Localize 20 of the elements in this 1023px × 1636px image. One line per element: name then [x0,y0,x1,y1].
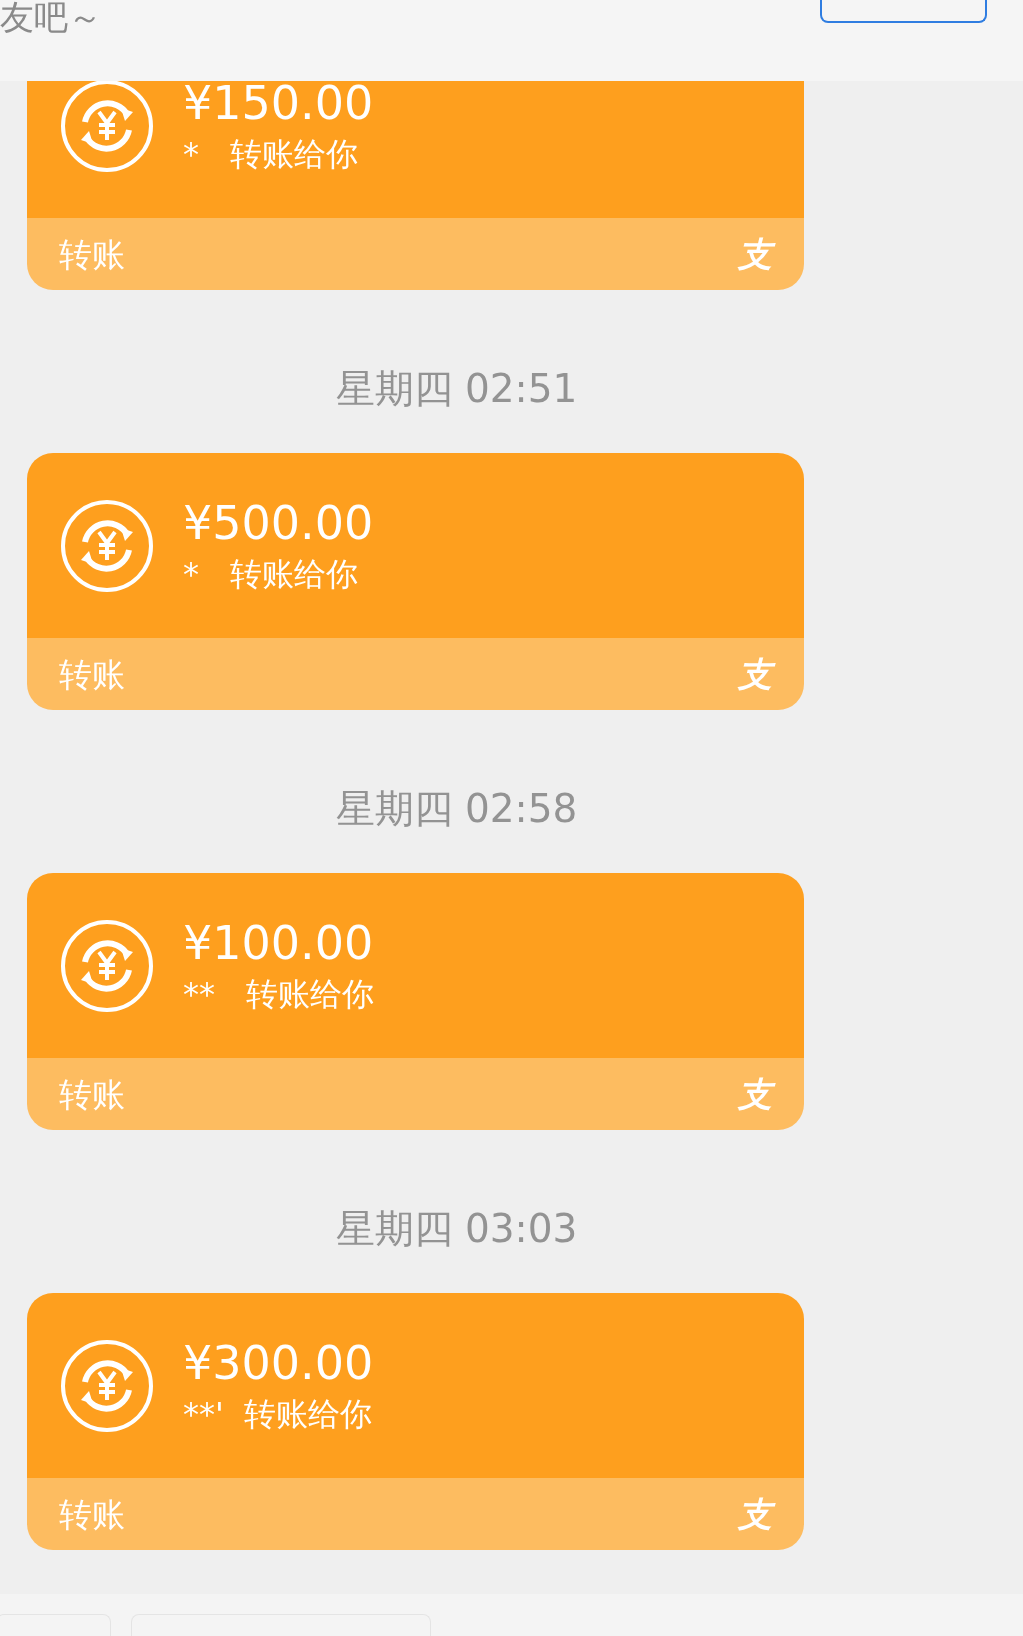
transfer-note: **' 转账给你 [183,1394,374,1433]
transfer-amount: ¥500.00 [183,498,374,549]
message-time: 星期四 02:51 [335,369,578,408]
transfer-amount: ¥100.00 [183,918,374,969]
transfer-amount: ¥150.00 [183,81,374,129]
transfer-label: 转账 [59,237,125,271]
transfer-note: * 转账给你 [183,554,359,593]
transfer-note: ** 转账给你 [183,974,374,1013]
transfer-label: 转账 [59,657,125,691]
transfer-note: * 转账给你 [183,134,359,173]
yen-transfer-icon [59,917,155,1014]
add-button[interactable] [820,0,987,23]
yen-transfer-icon [59,497,155,594]
message-time: 星期四 02:58 [335,789,578,828]
message-time: 星期四 03:03 [335,1209,578,1248]
banner-text: 友吧～ [0,0,102,34]
transfer-label: 转账 [59,1497,125,1531]
yen-transfer-icon [59,1337,155,1434]
transfer-amount: ¥300.00 [183,1338,374,1389]
transfer-label: 转账 [59,1077,125,1111]
